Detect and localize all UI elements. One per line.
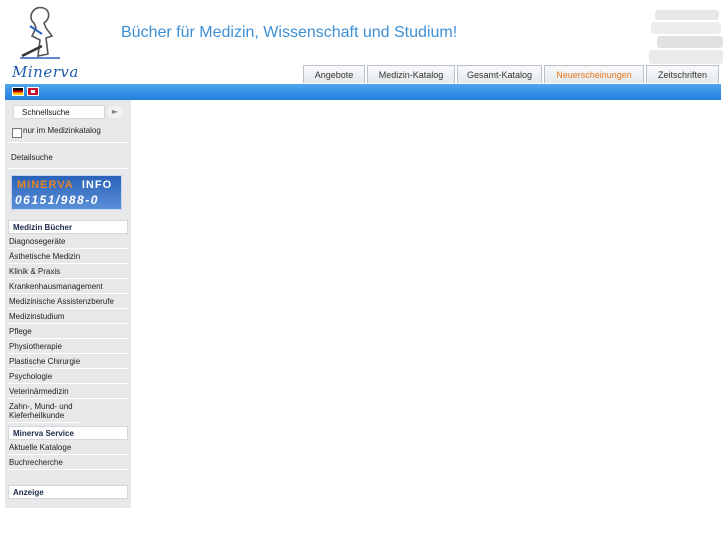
list-item[interactable]: Plastische Chirurgie	[8, 354, 128, 369]
main-nav-tabs: Angebote Medizin-Katalog Gesamt-Katalog …	[303, 65, 721, 84]
books-decoration-icon	[649, 10, 723, 64]
page-headline: Bücher für Medizin, Wissenschaft und Stu…	[121, 24, 458, 41]
list-item[interactable]: Krankenhausmanagement	[8, 279, 128, 294]
list-item[interactable]: Physiotherapie	[8, 339, 128, 354]
info-brand: MINERVA	[17, 179, 74, 191]
minerva-figure-icon	[20, 6, 60, 59]
minerva-logo[interactable]: Minerva	[10, 6, 80, 81]
medizin-list: Diagnosegeräte Ästhetische Medizin Klini…	[8, 234, 128, 423]
detail-search-link[interactable]: Detailsuche	[11, 153, 53, 162]
checkbox-label: nur im Medizinkatalog	[23, 126, 101, 135]
divider	[8, 142, 128, 143]
tab-gesamt-katalog[interactable]: Gesamt-Katalog	[457, 65, 542, 83]
tab-zeitschriften[interactable]: Zeitschriften	[646, 65, 719, 83]
list-item[interactable]: Zahn-, Mund- und Kieferheilkunde	[8, 399, 79, 423]
section-medizin-title: Medizin Bücher	[8, 220, 128, 234]
list-item[interactable]: Buchrecherche	[8, 455, 128, 470]
minerva-info-banner[interactable]: MINERVA INFO 06151/988-0	[11, 175, 122, 210]
section-service-title: Minerva Service	[8, 426, 128, 440]
quick-search-input[interactable]: Schnellsuche	[13, 105, 105, 119]
list-item[interactable]: Diagnosegeräte	[8, 234, 128, 249]
info-phone: 06151/988-0	[15, 193, 99, 207]
service-list: Aktuelle Kataloge Buchrecherche	[8, 440, 128, 470]
list-item[interactable]: Klinik & Praxis	[8, 264, 128, 279]
list-item[interactable]: Pflege	[8, 324, 128, 339]
divider	[8, 168, 128, 169]
english-flag-icon[interactable]	[27, 87, 39, 96]
german-flag-icon[interactable]	[12, 87, 24, 96]
medizin-only-checkbox[interactable]	[12, 128, 22, 138]
list-item[interactable]: Aktuelle Kataloge	[8, 440, 128, 455]
language-bar	[5, 84, 721, 100]
list-item[interactable]: Psychologie	[8, 369, 128, 384]
search-arrow-button[interactable]: ►	[108, 106, 122, 118]
logo-text: Minerva	[12, 63, 79, 81]
list-item[interactable]: Medizinstudium	[8, 309, 128, 324]
list-item[interactable]: Medizinische Assistenzberufe	[8, 294, 128, 309]
header: Minerva Bücher für Medizin, Wissenschaft…	[0, 0, 727, 84]
section-anzeige-title: Anzeige	[8, 485, 128, 499]
tab-angebote[interactable]: Angebote	[303, 65, 365, 83]
list-item[interactable]: Ästhetische Medizin	[8, 249, 128, 264]
tab-neuerscheinungen[interactable]: Neuerscheinungen	[544, 65, 644, 83]
list-item[interactable]: Veterinärmedizin	[8, 384, 128, 399]
sidebar: Schnellsuche ► nur im Medizinkatalog Det…	[5, 100, 131, 508]
tab-medizin-katalog[interactable]: Medizin-Katalog	[367, 65, 455, 83]
info-label: INFO	[81, 179, 113, 191]
